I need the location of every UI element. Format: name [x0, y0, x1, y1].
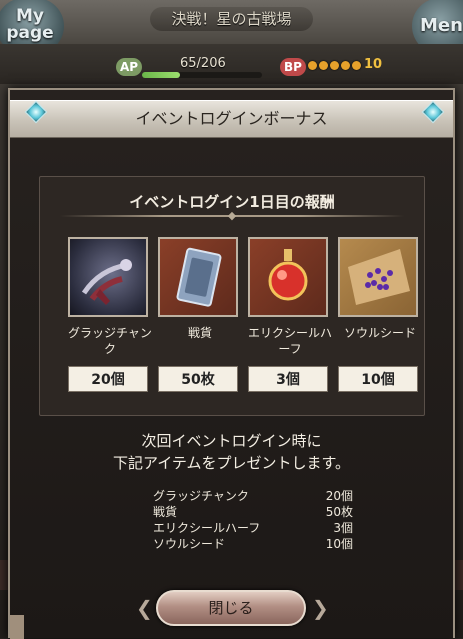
item-name: ソウルシード — [343, 326, 416, 340]
dialog-header: イベントログインボーナス — [10, 100, 453, 138]
item-quantity: 20個 — [68, 366, 148, 392]
ap-gauge — [142, 72, 262, 78]
bp-dots — [308, 61, 361, 70]
next-item-name: グラッジチャンク — [153, 489, 249, 503]
war-currency-card-icon — [158, 237, 238, 317]
next-item-name: エリクシールハーフ — [153, 521, 261, 535]
elixir-half-bottle-icon — [248, 237, 328, 317]
reward-item: 戦貨 — [158, 237, 242, 359]
soul-seed-icon — [338, 237, 418, 317]
status-bar — [0, 44, 463, 84]
item-name: 戦貨 — [187, 326, 212, 340]
next-item-name: ソウルシード — [153, 537, 226, 551]
item-quantity: 10個 — [338, 366, 418, 392]
login-bonus-dialog: イベントログインボーナス イベントログイン1日目の報酬 ◆ グラッジチャンク 戦… — [8, 88, 455, 639]
dialog-title: イベントログインボーナス — [135, 109, 328, 128]
next-item-qty: 50枚 — [325, 505, 353, 519]
item-quantity: 50枚 — [158, 366, 238, 392]
next-item-qty: 10個 — [325, 537, 353, 551]
item-name: エリクシールハーフ — [248, 326, 333, 356]
reward-item: グラッジチャンク — [68, 237, 152, 359]
button-ornament-right-icon: ❯ — [312, 596, 329, 620]
ap-badge: AP — [116, 58, 142, 76]
next-message-line: 次回イベントログイン時に — [141, 432, 322, 450]
close-button[interactable]: 閉じる — [156, 590, 306, 626]
bp-value: 10 — [364, 57, 383, 72]
next-item-qty: 20個 — [325, 489, 353, 503]
list-item: ソウルシード 10個 — [153, 536, 353, 552]
list-item: エリクシールハーフ 3個 — [153, 520, 353, 536]
next-login-message: 次回イベントログイン時に 下記アイテムをプレゼントします。 — [10, 430, 453, 474]
item-name: グラッジチャンク — [68, 326, 152, 356]
reward-item: エリクシールハーフ — [248, 237, 332, 359]
next-reward-list: グラッジチャンク 20個 戦貨 50枚 エリクシールハーフ 3個 ソウルシード … — [153, 488, 353, 552]
list-item: 戦貨 50枚 — [153, 504, 353, 520]
item-quantity: 3個 — [248, 366, 328, 392]
ap-value: 65/206 — [180, 56, 226, 71]
list-item: グラッジチャンク 20個 — [153, 488, 353, 504]
reward-item: ソウルシード — [338, 237, 422, 359]
page-title: 決戦！星の古戦場 — [150, 7, 313, 31]
next-item-qty: 3個 — [333, 521, 353, 535]
button-ornament-left-icon: ❮ — [136, 596, 153, 620]
grudge-chunk-icon — [68, 237, 148, 317]
next-message-line: 下記アイテムをプレゼントします。 — [112, 454, 350, 472]
divider-ornament-icon: ◆ — [227, 209, 237, 222]
side-ornament — [10, 615, 24, 639]
bp-badge: BP — [280, 58, 306, 76]
next-item-name: 戦貨 — [153, 505, 178, 519]
